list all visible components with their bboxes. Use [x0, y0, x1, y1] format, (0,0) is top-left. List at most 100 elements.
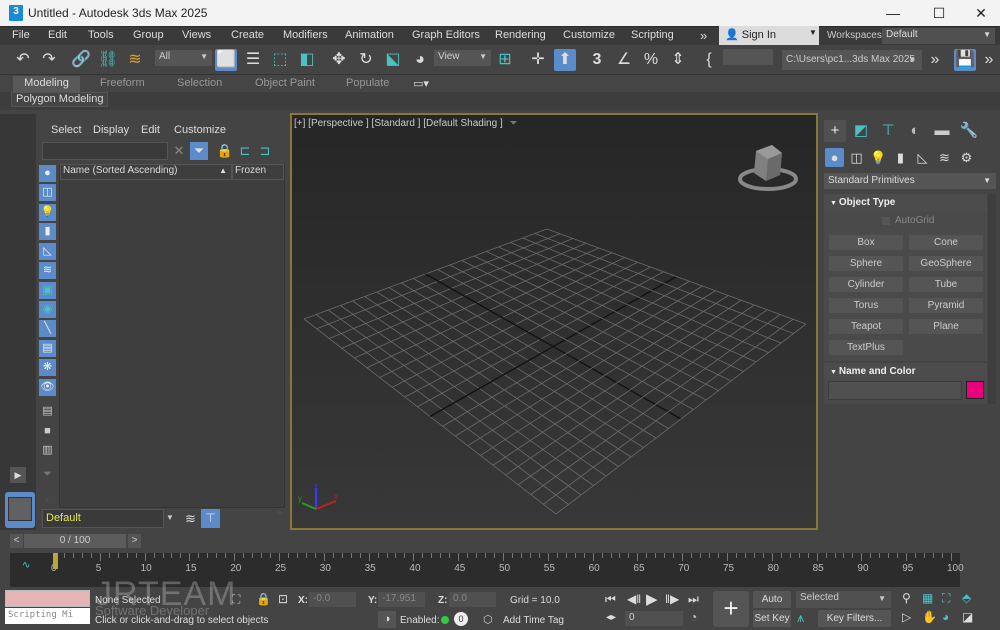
toolbar-overflow-icon[interactable]: »	[924, 49, 946, 71]
select-by-name-icon[interactable]: ☰	[242, 49, 264, 71]
chevron-down-icon[interactable]: ▼	[166, 513, 174, 522]
time-slider[interactable]: 0 / 100	[24, 534, 126, 548]
unlink-icon[interactable]: ⛓	[97, 49, 119, 71]
rect-selection-icon[interactable]: ⬚	[269, 49, 291, 71]
snap-3d-icon[interactable]: 3	[586, 49, 608, 71]
angle-snap-icon[interactable]: ∠	[613, 49, 635, 71]
selection-filter-select[interactable]: All ▼	[155, 50, 212, 66]
display-none-icon[interactable]: ■	[39, 423, 56, 440]
geometry-icon[interactable]: ●	[825, 148, 844, 167]
project-path-select[interactable]: C:\Users\pc1...3ds Max 2025 ▼	[782, 50, 922, 70]
cameras-icon[interactable]: ▮	[891, 148, 910, 167]
filter-containers-icon[interactable]: ▤	[39, 340, 56, 357]
rotate-icon[interactable]: ↻	[355, 49, 377, 71]
enabled-count-badge[interactable]: 0	[454, 612, 468, 626]
scene-overflow-icon[interactable]: »	[44, 494, 49, 504]
object-type-rollout-header[interactable]: ▼ Object Type	[824, 194, 987, 211]
spacewarps-icon[interactable]: ≋	[935, 148, 954, 167]
prev-key-icon[interactable]: ◀‖	[627, 592, 641, 606]
menu-animation[interactable]: Animation	[345, 29, 394, 41]
window-crossing-icon[interactable]: ◧	[296, 49, 318, 71]
teapot-button[interactable]: Teapot	[828, 318, 904, 335]
sign-in-button[interactable]: 👤 Sign In ▼	[719, 26, 819, 45]
y-coordinate-field[interactable]: -17.951	[378, 592, 425, 607]
column-header-name[interactable]: Name (Sorted Ascending) ▲	[60, 164, 232, 180]
add-time-tag-button[interactable]: Add Time Tag	[503, 615, 564, 626]
zoom-all-icon[interactable]: ▦	[922, 591, 933, 605]
box-button[interactable]: Box	[828, 234, 904, 251]
key-mode-toggle-icon[interactable]: ◂▸	[606, 612, 616, 623]
select-object-icon[interactable]: ⬜	[215, 49, 237, 71]
column-header-frozen[interactable]: Frozen	[232, 164, 284, 180]
viewport-filter-icon[interactable]: ⏷	[510, 118, 518, 129]
absolute-mode-icon[interactable]: ⊡	[278, 592, 288, 606]
display-tab-icon[interactable]: ▬	[931, 120, 953, 142]
invert-display-icon[interactable]: ▥	[39, 442, 56, 459]
current-frame-field[interactable]: 0	[625, 611, 683, 626]
filter-bones-icon[interactable]: ╲	[39, 320, 56, 337]
filter-xrefs-icon[interactable]: ◉	[39, 301, 56, 318]
move-icon[interactable]: ✥	[328, 49, 350, 71]
filter-shapes-icon[interactable]: ◫	[39, 184, 56, 201]
select-manipulate-icon[interactable]: ✛	[527, 49, 549, 71]
object-name-input[interactable]	[828, 381, 962, 400]
display-all-icon[interactable]: ▤	[39, 403, 56, 420]
workspace-select[interactable]: Default ▼	[882, 28, 995, 44]
expand-panel-icon[interactable]: ▶	[10, 467, 26, 483]
perspective-viewport[interactable]: z x y	[290, 113, 818, 530]
polygon-modeling-label[interactable]: Polygon Modeling	[11, 92, 109, 107]
bind-spacewarp-icon[interactable]: ≋	[124, 49, 146, 71]
zoom-extents-icon[interactable]: ⛶	[942, 591, 950, 606]
maxscript-output[interactable]	[5, 590, 90, 607]
cone-button[interactable]: Cone	[908, 234, 984, 251]
filter-icon[interactable]: ⏷	[190, 142, 208, 160]
object-color-swatch[interactable]	[966, 381, 984, 399]
maximize-viewport-icon[interactable]: ◪	[962, 610, 973, 624]
z-coordinate-field[interactable]: 0.0	[449, 592, 496, 607]
named-selection-input[interactable]	[723, 49, 773, 65]
hierarchy-tab-icon[interactable]: ⊤	[877, 120, 899, 142]
next-key-icon[interactable]: ‖▶	[665, 592, 679, 606]
save-icon[interactable]: 💾	[954, 49, 976, 71]
undo-icon[interactable]: ↶	[12, 49, 34, 71]
curve-editor-icon[interactable]: ∿	[22, 560, 30, 571]
filter-cameras-icon[interactable]: ▮	[39, 223, 56, 240]
helpers-icon[interactable]: ◺	[913, 148, 932, 167]
lights-icon[interactable]: 💡	[869, 148, 888, 167]
scene-menu-display[interactable]: Display	[93, 124, 129, 136]
filter-hidden-icon[interactable]: 👁	[39, 379, 56, 396]
pivot-icon[interactable]: ⊞	[494, 49, 516, 71]
set-key-big-button[interactable]: +	[713, 591, 749, 627]
ribbon-tab-populate[interactable]: Populate	[346, 77, 389, 89]
set-key-button[interactable]: Set Key	[753, 610, 791, 627]
minimize-button[interactable]: —	[870, 2, 916, 24]
spinner-snap-icon[interactable]: ⇕	[667, 49, 689, 71]
filter-spacewarps-icon[interactable]: ≋	[39, 262, 56, 279]
command-panel-scrollbar[interactable]	[988, 194, 996, 404]
hierarchy-expand-icon[interactable]: ⊐	[256, 142, 274, 160]
pan-icon[interactable]: ✋	[922, 610, 937, 624]
zoom-extents-all-icon[interactable]: ⬘	[962, 591, 971, 605]
menu-group[interactable]: Group	[133, 29, 164, 41]
clear-search-icon[interactable]: ✕	[170, 142, 188, 160]
maximize-button[interactable]: ☐	[916, 2, 962, 24]
geosphere-button[interactable]: GeoSphere	[908, 255, 984, 272]
menu-rendering[interactable]: Rendering	[495, 29, 546, 41]
default-in-out-tangents-icon[interactable]: ⩚	[797, 610, 804, 626]
menu-scripting[interactable]: Scripting	[631, 29, 674, 41]
hierarchy-view-icon[interactable]: ⊤	[201, 509, 220, 528]
filter-geometry-icon[interactable]: ●	[39, 165, 56, 182]
filter-particles-icon[interactable]: ❋	[39, 359, 56, 376]
layers-icon[interactable]: ≋	[181, 509, 200, 528]
layer-select[interactable]: Default	[42, 509, 164, 528]
prev-frame-button[interactable]: <	[10, 534, 23, 548]
viewport-layout-tab[interactable]	[5, 492, 35, 528]
time-config-icon[interactable]: ◔	[690, 610, 697, 624]
scene-search-input[interactable]	[42, 142, 168, 160]
placement-icon[interactable]: ◕	[409, 49, 431, 71]
zoom-icon[interactable]: ⚲	[902, 591, 911, 605]
filter-groups-icon[interactable]: ▣	[39, 282, 56, 299]
plane-button[interactable]: Plane	[908, 318, 984, 335]
autogrid-checkbox[interactable]	[881, 216, 891, 226]
viewport-label-menu[interactable]: [+] [Perspective ] [Standard ] [Default …	[294, 118, 518, 129]
